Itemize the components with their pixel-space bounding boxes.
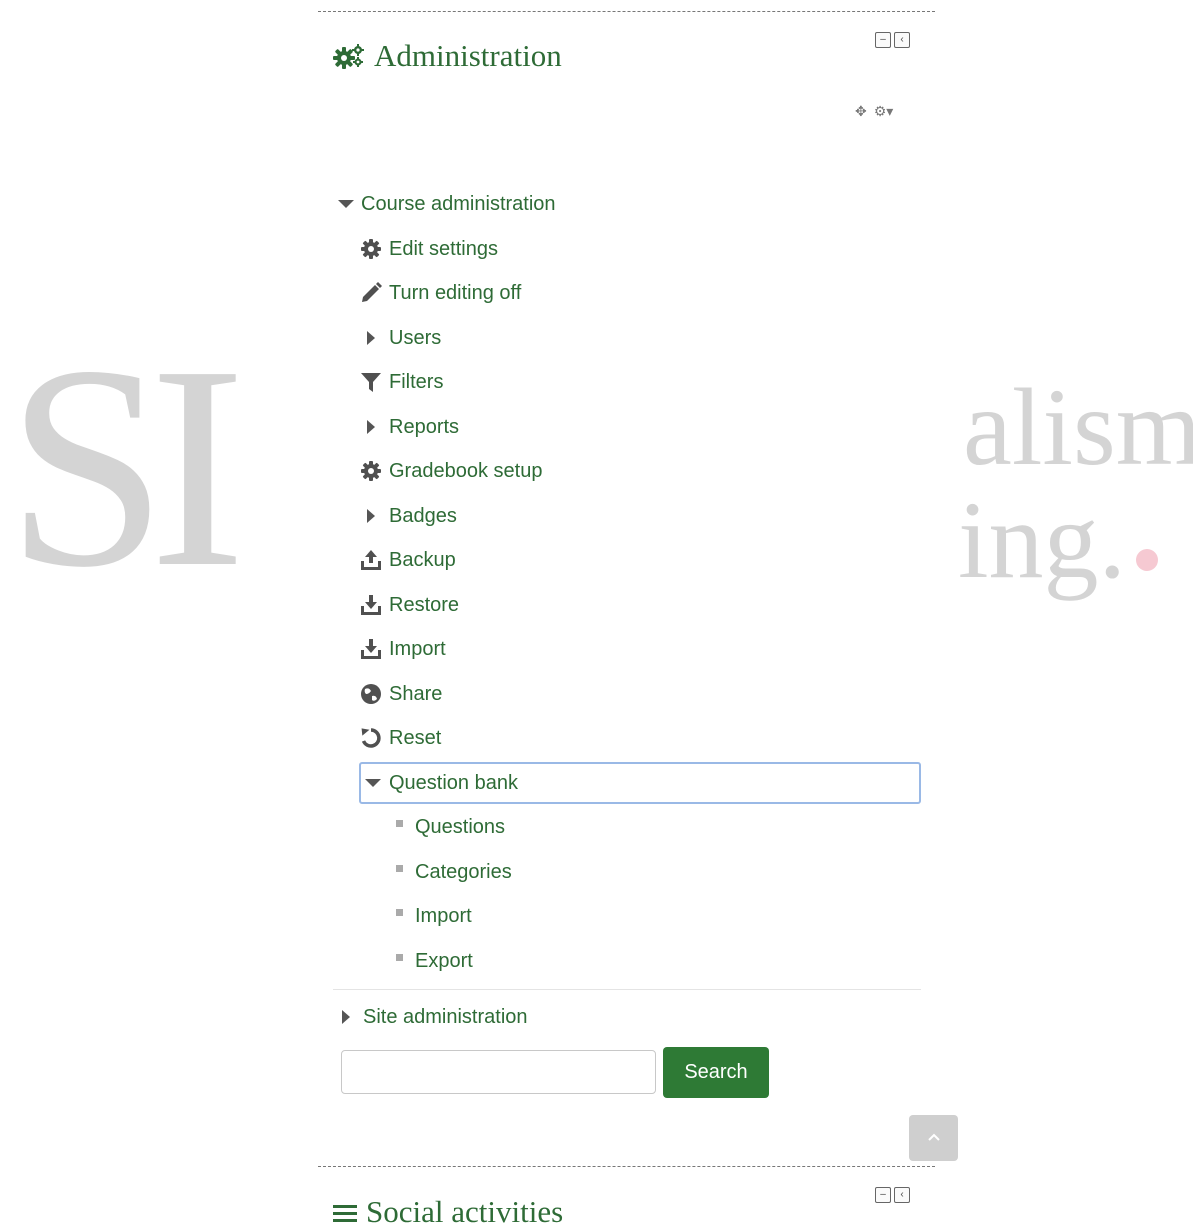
reset-icon <box>359 726 383 750</box>
badges-label: Badges <box>389 504 457 527</box>
bullet-icon <box>389 904 409 928</box>
questions-label: Questions <box>415 815 506 838</box>
reset-item[interactable]: Reset <box>359 726 441 750</box>
qb-import-label: Import <box>415 904 472 927</box>
reports-node[interactable]: Reports <box>359 415 459 439</box>
dock-left-icon[interactable]: ‹ <box>894 1187 910 1203</box>
page: SI alism ing. Administration – ‹ ✥ ⚙▾ Co… <box>0 0 1193 1226</box>
watermark-dot <box>1136 549 1158 571</box>
course-administration-label: Course administration <box>361 192 556 215</box>
bars-icon <box>333 1202 357 1222</box>
caret-right-icon <box>359 504 383 528</box>
download-icon <box>359 593 383 617</box>
administration-block-title: Administration <box>333 40 562 71</box>
block-divider-top <box>318 11 935 12</box>
administration-title: Administration <box>374 38 562 73</box>
restore-item[interactable]: Restore <box>359 593 459 617</box>
share-label: Share <box>389 682 443 705</box>
admin-search-input[interactable] <box>341 1050 656 1094</box>
question-bank-label: Question bank <box>389 771 518 794</box>
badges-node[interactable]: Badges <box>359 504 457 528</box>
back-to-top-button[interactable] <box>909 1115 958 1161</box>
site-administration-label: Site administration <box>363 1005 528 1028</box>
social-activities-block-title: Social activities <box>333 1196 563 1226</box>
chevron-up-icon <box>927 1129 941 1147</box>
filters-item[interactable]: Filters <box>359 370 443 394</box>
turn-editing-off-item[interactable]: Turn editing off <box>359 281 521 305</box>
search-button[interactable]: Search <box>663 1047 769 1098</box>
filters-label: Filters <box>389 370 444 393</box>
gear-dropdown-icon[interactable]: ⚙▾ <box>874 103 894 120</box>
users-node[interactable]: Users <box>359 326 441 350</box>
administration-block-controls: – ‹ <box>875 32 910 48</box>
export-item[interactable]: Export <box>389 949 473 973</box>
backup-item[interactable]: Backup <box>359 548 456 572</box>
edit-settings-item[interactable]: Edit settings <box>359 237 498 261</box>
users-label: Users <box>389 326 442 349</box>
restore-label: Restore <box>389 593 460 616</box>
caret-down-icon <box>363 771 383 795</box>
block-divider-bottom <box>318 1166 935 1167</box>
pencil-icon <box>359 281 383 305</box>
caret-right-icon <box>359 415 383 439</box>
social-activities-title: Social activities <box>366 1194 564 1226</box>
questions-item[interactable]: Questions <box>389 815 505 839</box>
gradebook-setup-label: Gradebook setup <box>389 459 543 482</box>
turn-editing-off-label: Turn editing off <box>389 281 522 304</box>
caret-right-icon <box>337 1005 355 1029</box>
edit-settings-label: Edit settings <box>389 237 498 260</box>
filter-icon <box>359 370 383 394</box>
block-actions: ✥ ⚙▾ <box>855 103 893 120</box>
download-icon <box>359 637 383 661</box>
move-icon[interactable]: ✥ <box>855 103 867 120</box>
question-bank-node[interactable]: Question bank <box>363 771 518 795</box>
caret-right-icon <box>359 326 383 350</box>
import-item[interactable]: Import <box>359 637 446 661</box>
import-label: Import <box>389 637 446 660</box>
site-administration-node[interactable]: Site administration <box>337 1005 528 1029</box>
watermark-left: SI <box>6 322 246 612</box>
course-administration-node[interactable]: Course administration <box>337 192 556 216</box>
gear-icon <box>359 459 383 483</box>
gradebook-setup-item[interactable]: Gradebook setup <box>359 459 542 483</box>
backup-label: Backup <box>389 548 456 571</box>
watermark-right-top: alism <box>963 366 1193 488</box>
upload-icon <box>359 548 383 572</box>
categories-label: Categories <box>415 860 512 883</box>
minus-icon[interactable]: – <box>875 32 891 48</box>
reports-label: Reports <box>389 415 460 438</box>
reset-label: Reset <box>389 726 442 749</box>
gear-icon <box>359 237 383 261</box>
export-label: Export <box>415 949 473 972</box>
bullet-icon <box>389 815 409 839</box>
bullet-icon <box>389 860 409 884</box>
bullet-icon <box>389 949 409 973</box>
categories-item[interactable]: Categories <box>389 860 512 884</box>
cogs-icon <box>333 43 365 69</box>
social-block-controls: – ‹ <box>875 1187 910 1203</box>
qb-import-item[interactable]: Import <box>389 904 472 928</box>
dock-left-icon[interactable]: ‹ <box>894 32 910 48</box>
minus-icon[interactable]: – <box>875 1187 891 1203</box>
tree-separator <box>333 989 921 990</box>
globe-icon <box>359 682 383 706</box>
caret-down-icon <box>337 192 355 216</box>
watermark-right-bottom: ing. <box>958 479 1127 601</box>
share-item[interactable]: Share <box>359 682 442 706</box>
